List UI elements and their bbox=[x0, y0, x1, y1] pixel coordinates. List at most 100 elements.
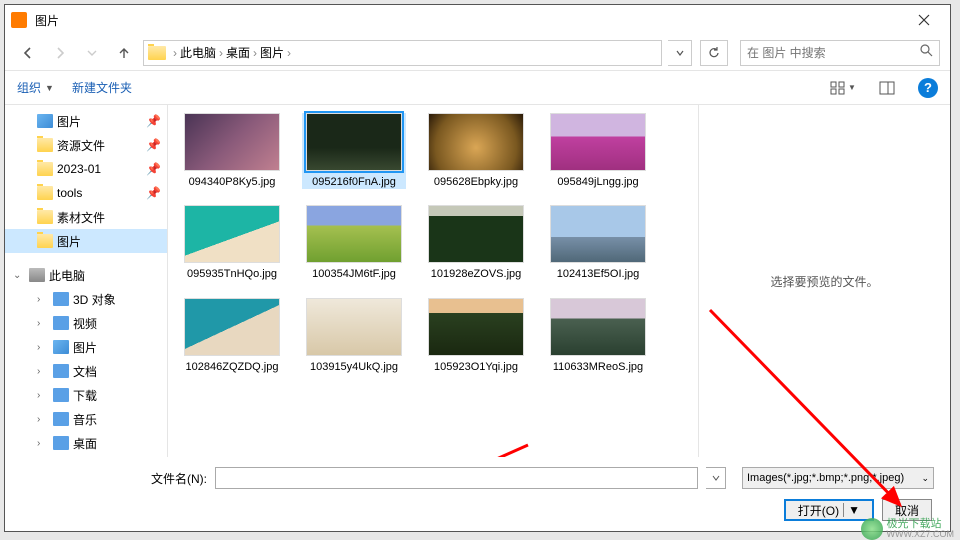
drive-icon bbox=[53, 292, 69, 306]
breadcrumb-part[interactable]: 桌面 bbox=[226, 44, 250, 61]
file-thumbnail[interactable]: 103915y4UkQ.jpg bbox=[302, 298, 406, 374]
chevron-down-icon bbox=[85, 46, 99, 60]
file-thumbnail[interactable]: 095849jLngg.jpg bbox=[546, 113, 650, 189]
footer: 文件名(N): Images(*.jpg;*.bmp;*.png;*.jpeg)… bbox=[5, 457, 950, 531]
sidebar-label: 3D 对象 bbox=[73, 291, 116, 308]
chevron-right-icon: › bbox=[37, 414, 49, 425]
file-thumbnail[interactable]: 105923O1Yqi.jpg bbox=[424, 298, 528, 374]
sidebar-item[interactable]: 图片📌 bbox=[5, 109, 167, 133]
body-area: 图片📌资源文件📌2023-01📌tools📌素材文件图片⌄此电脑›3D 对象›视… bbox=[5, 105, 950, 457]
close-icon bbox=[918, 14, 930, 26]
sidebar-this-pc[interactable]: ⌄此电脑 bbox=[5, 263, 167, 287]
preview-pane-button[interactable] bbox=[874, 77, 900, 99]
drive-icon bbox=[53, 364, 69, 378]
file-thumbnail[interactable]: 101928eZOVS.jpg bbox=[424, 205, 528, 281]
close-button[interactable] bbox=[904, 6, 944, 34]
search-input[interactable] bbox=[747, 46, 920, 60]
back-button[interactable] bbox=[15, 40, 41, 66]
sidebar-item[interactable]: ›桌面 bbox=[5, 431, 167, 455]
nav-bar: › 此电脑 › 桌面 › 图片 › bbox=[5, 35, 950, 71]
thumbnail-image bbox=[550, 298, 646, 356]
drive-icon bbox=[53, 316, 69, 330]
breadcrumb-sep: › bbox=[173, 46, 177, 60]
sidebar-item[interactable]: 图片 bbox=[5, 229, 167, 253]
pin-icon: 📌 bbox=[146, 186, 161, 200]
file-thumbnail[interactable]: 102846ZQZDQ.jpg bbox=[180, 298, 284, 374]
filename-label: 文件名(N): bbox=[151, 470, 207, 487]
filter-text: Images(*.jpg;*.bmp;*.png;*.jpeg) bbox=[747, 472, 904, 484]
pin-icon: 📌 bbox=[146, 114, 161, 128]
file-name: 101928eZOVS.jpg bbox=[431, 267, 522, 281]
pin-icon: 📌 bbox=[146, 138, 161, 152]
chevron-down-icon: ⌄ bbox=[921, 473, 929, 484]
filter-select[interactable]: Images(*.jpg;*.bmp;*.png;*.jpeg) ⌄ bbox=[742, 467, 934, 489]
file-name: 102413Ef5OI.jpg bbox=[557, 267, 640, 281]
up-button[interactable] bbox=[111, 40, 137, 66]
preview-empty-text: 选择要预览的文件。 bbox=[770, 273, 878, 290]
breadcrumb[interactable]: › 此电脑 › 桌面 › 图片 › bbox=[143, 40, 662, 66]
thumbnail-image bbox=[428, 298, 524, 356]
sidebar-label: 图片 bbox=[73, 339, 97, 356]
organize-button[interactable]: 组织 ▼ bbox=[17, 79, 54, 96]
sidebar-item[interactable]: ›下载 bbox=[5, 383, 167, 407]
preview-pane: 选择要预览的文件。 bbox=[698, 105, 950, 457]
file-thumbnail[interactable]: 095216f0FnA.jpg bbox=[302, 113, 406, 189]
file-thumbnail[interactable]: 110633MReoS.jpg bbox=[546, 298, 650, 374]
watermark-url: WWW.XZ7.COM bbox=[887, 530, 955, 540]
thumbnail-image bbox=[428, 205, 524, 263]
path-dropdown[interactable] bbox=[668, 40, 692, 66]
thumbnail-image bbox=[184, 113, 280, 171]
refresh-icon bbox=[707, 46, 721, 60]
thumbnail-image bbox=[550, 205, 646, 263]
search-box[interactable] bbox=[740, 40, 940, 66]
breadcrumb-part[interactable]: 图片 bbox=[260, 44, 284, 61]
refresh-button[interactable] bbox=[700, 40, 728, 66]
arrow-up-icon bbox=[117, 46, 131, 60]
sidebar-item[interactable]: › 图片 bbox=[5, 335, 167, 359]
breadcrumb-root[interactable]: 此电脑 bbox=[180, 44, 216, 61]
file-thumbnail[interactable]: 100354JM6tF.jpg bbox=[302, 205, 406, 281]
recent-dropdown[interactable] bbox=[79, 40, 105, 66]
sidebar-item[interactable]: 素材文件 bbox=[5, 205, 167, 229]
arrow-left-icon bbox=[21, 46, 35, 60]
thumbnail-image bbox=[184, 298, 280, 356]
drive-icon bbox=[53, 412, 69, 426]
file-area: 094340P8Ky5.jpg 095216f0FnA.jpg 095628Ebpk… bbox=[168, 105, 950, 457]
thumbnail-image bbox=[428, 113, 524, 171]
help-button[interactable]: ? bbox=[918, 78, 938, 98]
sidebar-item[interactable]: ›文档 bbox=[5, 359, 167, 383]
file-thumbnail[interactable]: 094340P8Ky5.jpg bbox=[180, 113, 284, 189]
file-thumbnail[interactable]: 102413Ef5OI.jpg bbox=[546, 205, 650, 281]
filename-input[interactable] bbox=[215, 467, 698, 489]
forward-button[interactable] bbox=[47, 40, 73, 66]
sidebar-item[interactable]: ›视频 bbox=[5, 311, 167, 335]
filename-row: 文件名(N): Images(*.jpg;*.bmp;*.png;*.jpeg)… bbox=[21, 467, 934, 489]
thumbnail-image bbox=[306, 298, 402, 356]
sidebar-item[interactable]: ›音乐 bbox=[5, 407, 167, 431]
sidebar-item[interactable]: › 3D 对象 bbox=[5, 287, 167, 311]
chevron-right-icon: › bbox=[37, 438, 49, 449]
file-name: 103915y4UkQ.jpg bbox=[310, 360, 398, 374]
arrow-right-icon bbox=[53, 46, 67, 60]
sidebar-label: 素材文件 bbox=[57, 209, 105, 226]
file-name: 095216f0FnA.jpg bbox=[312, 175, 396, 189]
sidebar-label: 图片 bbox=[57, 233, 81, 250]
file-thumbnail[interactable]: 095935TnHQo.jpg bbox=[180, 205, 284, 281]
sidebar-item[interactable]: 2023-01📌 bbox=[5, 157, 167, 181]
new-folder-button[interactable]: 新建文件夹 bbox=[72, 79, 132, 96]
sidebar-item[interactable]: 资源文件📌 bbox=[5, 133, 167, 157]
drive-icon bbox=[53, 388, 69, 402]
filename-dropdown[interactable] bbox=[706, 467, 726, 489]
file-thumbnail[interactable]: 095628Ebpky.jpg bbox=[424, 113, 528, 189]
open-dropdown[interactable]: ▼ bbox=[843, 503, 860, 517]
chevron-right-icon: › bbox=[37, 342, 49, 353]
file-name: 105923O1Yqi.jpg bbox=[434, 360, 518, 374]
file-grid[interactable]: 094340P8Ky5.jpg 095216f0FnA.jpg 095628Ebpk… bbox=[168, 105, 698, 457]
folder-icon bbox=[37, 186, 53, 200]
sidebar-label: 文档 bbox=[73, 363, 97, 380]
sidebar-item[interactable]: tools 📌 bbox=[5, 181, 167, 205]
view-mode-button[interactable]: ▼ bbox=[830, 77, 856, 99]
sidebar-label: tools bbox=[57, 186, 82, 200]
chevron-right-icon: › bbox=[37, 294, 49, 305]
file-name: 094340P8Ky5.jpg bbox=[189, 175, 276, 189]
